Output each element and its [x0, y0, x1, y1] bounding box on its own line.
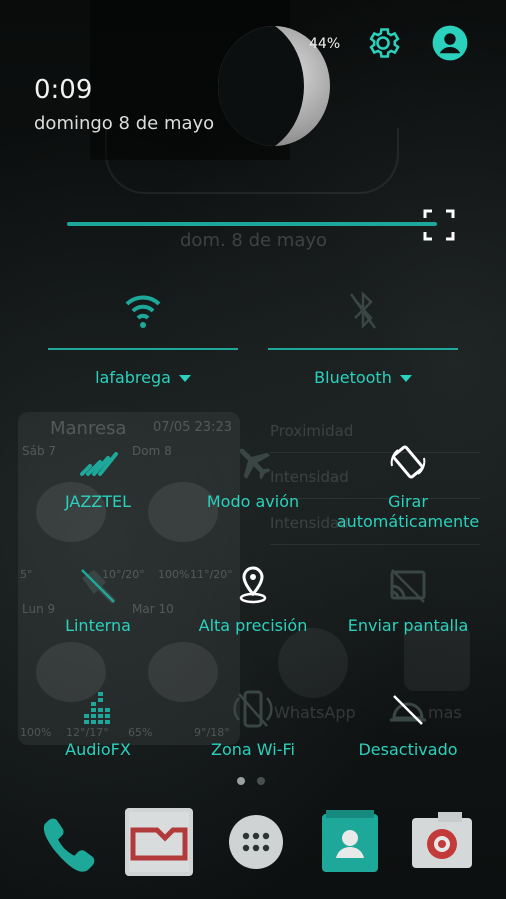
equalizer-icon [76, 688, 120, 732]
bluetooth-tile[interactable]: Bluetooth [268, 288, 458, 388]
location-icon [231, 564, 275, 608]
hotspot-icon [231, 688, 275, 732]
rotate-icon [386, 440, 430, 484]
bluetooth-off-icon [343, 288, 383, 332]
tile-flashlight[interactable]: Linterna [23, 564, 173, 664]
bluetooth-dropdown[interactable]: Bluetooth [268, 368, 458, 387]
tile-label: Girar automáticamente [336, 492, 480, 531]
brightness-slider[interactable] [67, 222, 437, 226]
tile-label: Desactivado [358, 740, 458, 759]
settings-gear-icon[interactable] [364, 24, 402, 62]
clock-date[interactable]: domingo 8 de mayo [34, 113, 214, 134]
phone-app-icon[interactable] [32, 808, 100, 876]
tile-jazztel[interactable]: JAZZTEL [23, 440, 173, 540]
battery-percent: 44% [309, 36, 341, 52]
tile-audiofx[interactable]: AudioFX [23, 688, 173, 788]
bluetooth-divider [268, 348, 458, 350]
tile-airplane-mode[interactable]: Modo avión [178, 440, 328, 540]
weather-timestamp: 07/05 23:23 [152, 420, 232, 435]
wifi-tile[interactable]: lafabrega [48, 288, 238, 388]
tile-label: AudioFX [65, 740, 131, 759]
cast-icon [386, 564, 430, 608]
tile-location[interactable]: Alta precisión [178, 564, 328, 664]
tile-label: Enviar pantalla [347, 616, 469, 635]
wifi-label: lafabrega [95, 368, 171, 387]
camera-app-icon[interactable] [408, 808, 476, 876]
tile-auto-rotate[interactable]: Girar automáticamente [333, 440, 483, 540]
chevron-down-icon [399, 375, 412, 382]
night-mode-icon [386, 688, 430, 732]
wifi-icon [123, 288, 163, 332]
flashlight-icon [76, 564, 120, 608]
app-drawer-icon[interactable] [222, 808, 290, 876]
tile-label: Alta precisión [198, 616, 308, 635]
signal-bars-icon [76, 440, 120, 484]
background-date: dom. 8 de mayo [180, 230, 328, 251]
weather-city: Manresa [50, 418, 127, 439]
tile-cast-screen[interactable]: Enviar pantalla [333, 564, 483, 664]
page-dot-active[interactable] [237, 777, 245, 785]
tile-night-mode[interactable]: Desactivado [333, 688, 483, 788]
chevron-down-icon [178, 375, 191, 382]
page-indicator[interactable] [237, 770, 277, 789]
wifi-divider [48, 348, 238, 350]
clock-time[interactable]: 0:09 [34, 75, 92, 105]
bluetooth-label: Bluetooth [314, 368, 392, 387]
contacts-app-icon[interactable] [316, 808, 384, 876]
tile-label: Modo avión [206, 492, 300, 511]
tile-label: JAZZTEL [64, 492, 132, 511]
wifi-network-dropdown[interactable]: lafabrega [48, 368, 238, 387]
page-dot[interactable] [257, 777, 265, 785]
messaging-app-icon[interactable] [125, 808, 193, 876]
auto-brightness-icon[interactable] [422, 208, 456, 242]
tile-label: Zona Wi-Fi [211, 740, 295, 759]
user-avatar-icon[interactable] [431, 24, 469, 62]
airplane-icon [231, 440, 275, 484]
tile-label: Linterna [65, 616, 131, 635]
